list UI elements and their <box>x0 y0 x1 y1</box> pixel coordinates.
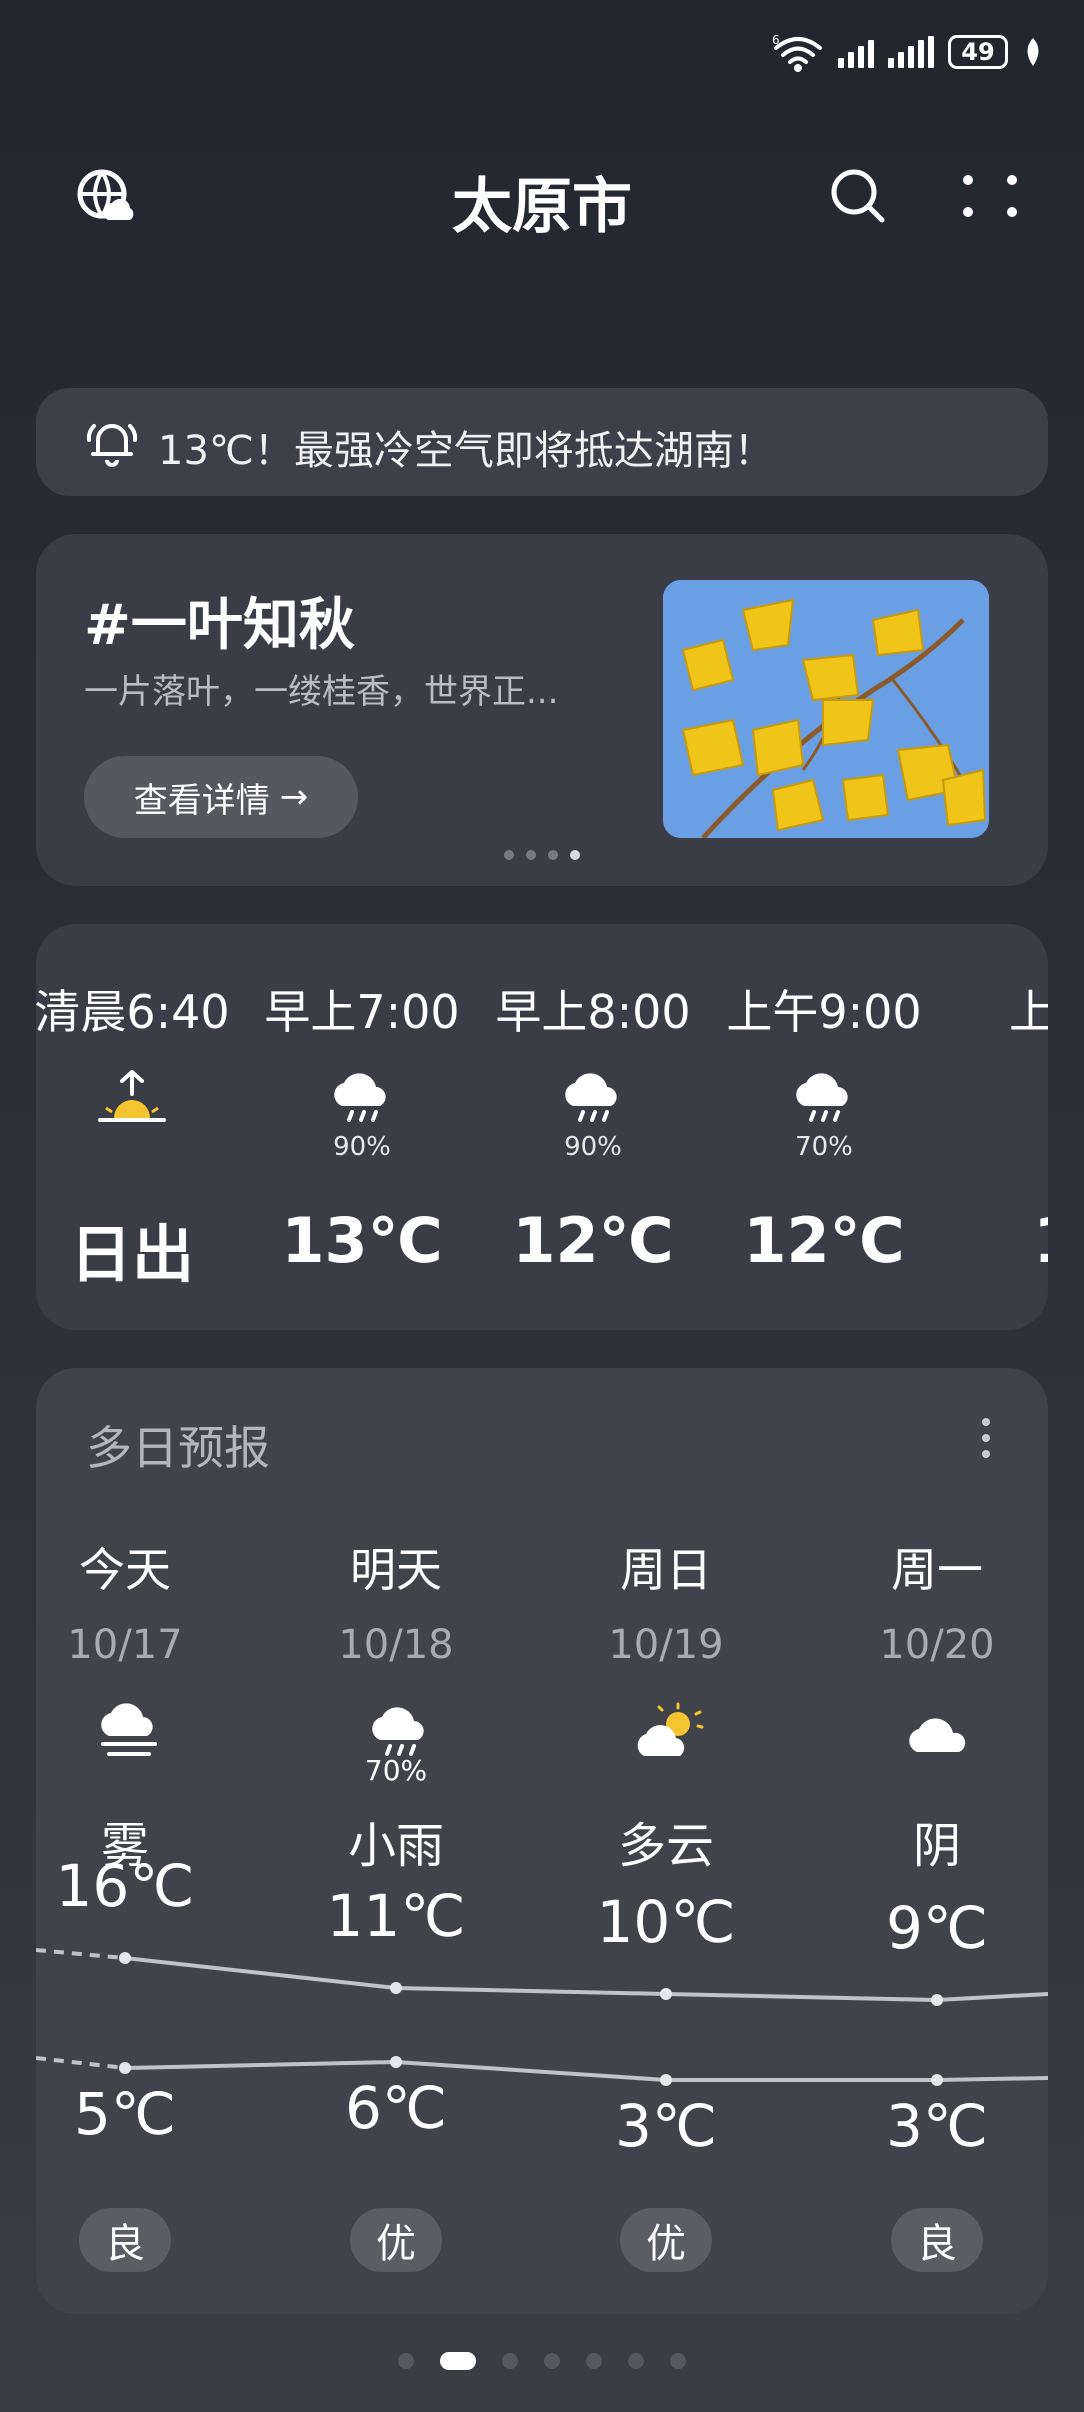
weather-alert-banner[interactable]: 13℃！最强冷空气即将抵达湖南！ <box>36 388 1048 496</box>
page-dot[interactable] <box>502 2353 518 2369</box>
status-bar: 6 49 <box>0 0 1084 110</box>
aqi-label: 良 <box>917 2221 957 2267</box>
precip-chance: 70% <box>795 1132 853 1162</box>
day-date: 10/20 <box>879 1622 995 1668</box>
day-name: 周一 <box>891 1543 983 1597</box>
top-bar: 太原市 <box>0 140 1084 250</box>
hour-time: 上午9:00 <box>726 985 922 1039</box>
precip-chance: 70% <box>364 1754 428 1787</box>
page-dot[interactable] <box>670 2353 686 2369</box>
search-icon[interactable] <box>826 164 890 228</box>
day-condition: 小雨 <box>347 1818 444 1874</box>
high-temperature: 11℃ <box>326 1882 466 1950</box>
hour-temperature: 13℃ <box>281 1204 443 1277</box>
alert-text: 13℃！最强冷空气即将抵达湖南！ <box>158 428 774 474</box>
leaf-icon <box>1027 38 1039 66</box>
hour-time: 清晨6:40 <box>36 985 230 1039</box>
promo-dot <box>504 850 514 860</box>
page-dot[interactable] <box>544 2353 560 2369</box>
rain-cloud-icon <box>322 1068 402 1128</box>
promo-dot <box>526 850 536 860</box>
precip-chance: 90% <box>564 1132 622 1162</box>
hourly-item[interactable]: 上午 1 <box>939 924 1048 1330</box>
hour-temperature: 12℃ <box>512 1204 674 1277</box>
hour-temperature: 12℃ <box>743 1204 905 1277</box>
rain-cloud-icon <box>553 1068 633 1128</box>
low-temperature: 3℃ <box>885 2092 989 2160</box>
signal-icon-2 <box>888 36 934 68</box>
city-title[interactable]: 太原市 <box>0 158 1084 245</box>
day-date: 10/19 <box>608 1622 724 1668</box>
aqi-badge[interactable]: 良 <box>891 2208 983 2272</box>
page-dot[interactable] <box>586 2353 602 2369</box>
hourly-item[interactable]: 早上7:00 90% 13℃ <box>246 924 478 1330</box>
aqi-badge[interactable]: 优 <box>620 2208 712 2272</box>
daily-item[interactable]: 周日 10/19 多云 10℃ 3℃ 优 <box>566 1368 766 2314</box>
day-date: 10/17 <box>67 1622 183 1668</box>
hour-time: 早上8:00 <box>495 985 691 1039</box>
promo-subtitle: 一片落叶，一缕桂香，世界正... <box>84 672 559 712</box>
daily-item[interactable]: 今天 10/17 雾 16℃ 5℃ 良 <box>36 1368 225 2314</box>
high-temperature: 9℃ <box>885 1894 989 1962</box>
page-dot[interactable] <box>440 2352 476 2370</box>
low-temperature: 5℃ <box>73 2080 177 2148</box>
high-temperature: 16℃ <box>55 1852 195 1920</box>
status-icons: 6 49 <box>772 32 1044 72</box>
hourly-item[interactable]: 清晨6:40 日出 <box>36 924 248 1330</box>
hour-temperature: 日出 <box>69 1218 194 1291</box>
fog-icon <box>89 1702 161 1762</box>
day-condition: 多云 <box>617 1818 714 1874</box>
aqi-label: 优 <box>646 2221 686 2267</box>
promo-dot <box>548 850 558 860</box>
battery-indicator: 49 <box>948 35 1008 69</box>
wifi-icon: 6 <box>772 33 822 72</box>
day-name: 周日 <box>620 1543 712 1597</box>
promo-card[interactable]: #一叶知秋 一片落叶，一缕桂香，世界正... 查看详情 → <box>36 534 1048 886</box>
bell-icon <box>86 424 138 467</box>
more-grid-icon[interactable] <box>958 164 1022 228</box>
cloud-icon <box>901 1702 973 1762</box>
partly-cloudy-icon <box>630 1702 704 1762</box>
signal-icon <box>838 36 874 68</box>
page-dot[interactable] <box>628 2353 644 2369</box>
promo-pagination <box>36 850 1048 860</box>
day-name: 今天 <box>79 1543 171 1597</box>
daily-item[interactable]: 明天 10/18 70% 小雨 11℃ 6℃ 优 <box>296 1368 496 2314</box>
promo-dot <box>570 850 580 860</box>
low-temperature: 6℃ <box>344 2074 448 2142</box>
arrow-right-icon: → <box>279 777 309 817</box>
hourly-item[interactable]: 早上8:00 90% 12℃ <box>477 924 709 1330</box>
hour-time: 早上7:00 <box>264 985 460 1039</box>
aqi-label: 良 <box>105 2221 145 2267</box>
view-details-button[interactable]: 查看详情 → <box>84 756 358 838</box>
hourly-item[interactable]: 上午9:00 70% 12℃ <box>708 924 940 1330</box>
day-date: 10/18 <box>338 1622 454 1668</box>
hour-temperature: 1 <box>939 1204 1048 1277</box>
svg-text:6: 6 <box>772 33 780 47</box>
high-temperature: 10℃ <box>596 1888 736 1956</box>
aqi-badge[interactable]: 良 <box>79 2208 171 2272</box>
daily-forecast-card[interactable]: 多日预报 今天 10/17 雾 16℃ 5℃ 良明天 10/18 70% 小雨 11℃ 6℃ 优周日 1… <box>36 1368 1048 2314</box>
daily-item[interactable]: 周一 10/20 阴 9℃ 3℃ 良 <box>837 1368 1037 2314</box>
promo-title: #一叶知秋 <box>84 593 355 658</box>
hour-time: 上午 <box>1009 985 1048 1039</box>
page-indicator[interactable] <box>0 2352 1084 2370</box>
battery-level: 49 <box>961 38 995 66</box>
day-name: 明天 <box>350 1543 442 1597</box>
low-temperature: 3℃ <box>614 2092 718 2160</box>
aqi-badge[interactable]: 优 <box>350 2208 442 2272</box>
view-details-label: 查看详情 <box>133 780 270 821</box>
rain-cloud-icon <box>360 1702 432 1762</box>
page-dot[interactable] <box>398 2353 414 2369</box>
day-condition: 阴 <box>912 1818 961 1874</box>
rain-cloud-icon <box>784 1068 864 1128</box>
sunrise-icon <box>92 1068 172 1128</box>
precip-chance: 90% <box>333 1132 391 1162</box>
aqi-label: 优 <box>376 2221 416 2267</box>
hourly-forecast-card[interactable]: 清晨6:40 日出 早上7:00 90% 13℃ 早上8:00 90% 12℃ 上午9:00 70… <box>36 924 1048 1330</box>
autumn-leaves-image[interactable] <box>663 580 989 838</box>
